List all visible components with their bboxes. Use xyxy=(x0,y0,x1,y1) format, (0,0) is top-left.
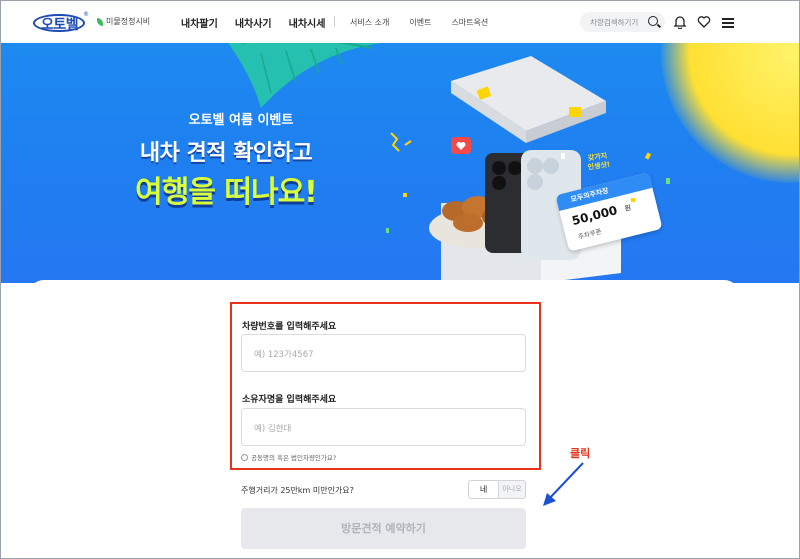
event-banner[interactable]: 오토벨 여름 이벤트 내차 견적 확인하고 여행을 떠나요! 갖가지 인생샷! … xyxy=(1,43,799,283)
distance-toggle[interactable]: 네 아니오 xyxy=(468,480,526,499)
logo[interactable]: 오토벨 xyxy=(33,12,85,33)
certification-text: 미물정정시비 xyxy=(106,17,151,26)
nav-divider xyxy=(334,16,335,27)
sun-graphic xyxy=(661,43,799,183)
menu-icon[interactable] xyxy=(721,15,735,29)
search-icon[interactable] xyxy=(648,16,658,26)
annotation-arrow-icon xyxy=(543,462,584,506)
search-placeholder: 차량검색하기기 xyxy=(590,18,639,27)
heart-icon[interactable] xyxy=(697,15,711,29)
certification-badge: 미물정정시비 xyxy=(97,16,150,27)
nav-item-sell[interactable]: 내차팔기 xyxy=(181,15,218,30)
submit-button[interactable]: 방문견적 예약하기 xyxy=(241,508,526,549)
toggle-yes[interactable]: 네 xyxy=(469,481,499,498)
main-nav: 내차팔기 내차사기 내차시세 xyxy=(181,15,325,30)
toggle-no[interactable]: 아니오 xyxy=(499,481,525,498)
sub-nav: 서비스 소개 이벤트 스마트옥션 xyxy=(350,17,488,28)
distance-question: 주행거리가 25만km 미만인가요? xyxy=(241,486,354,495)
bell-icon[interactable] xyxy=(673,15,687,29)
annotation-highlight-box xyxy=(230,302,541,470)
confetti-graphic xyxy=(386,132,670,233)
nav-item-buy[interactable]: 내차사기 xyxy=(235,15,272,30)
nav-item-service[interactable]: 서비스 소개 xyxy=(350,17,389,28)
page-frame: 오토벨 ® 미물정정시비 내차팔기 내차사기 내차시세 서비스 소개 이벤트 스… xyxy=(0,0,800,559)
logo-text: 오토벨 xyxy=(41,17,79,33)
search-box[interactable]: 차량검색하기기 xyxy=(580,12,665,32)
logo-reg-mark: ® xyxy=(83,11,89,18)
nav-item-auction[interactable]: 스마트옥션 xyxy=(451,17,488,28)
nav-item-price[interactable]: 내차시세 xyxy=(289,15,326,30)
top-header: 오토벨 ® 미물정정시비 내차팔기 내차사기 내차시세 서비스 소개 이벤트 스… xyxy=(1,1,799,43)
leaf-icon xyxy=(97,17,103,26)
nav-item-event[interactable]: 이벤트 xyxy=(409,17,431,28)
